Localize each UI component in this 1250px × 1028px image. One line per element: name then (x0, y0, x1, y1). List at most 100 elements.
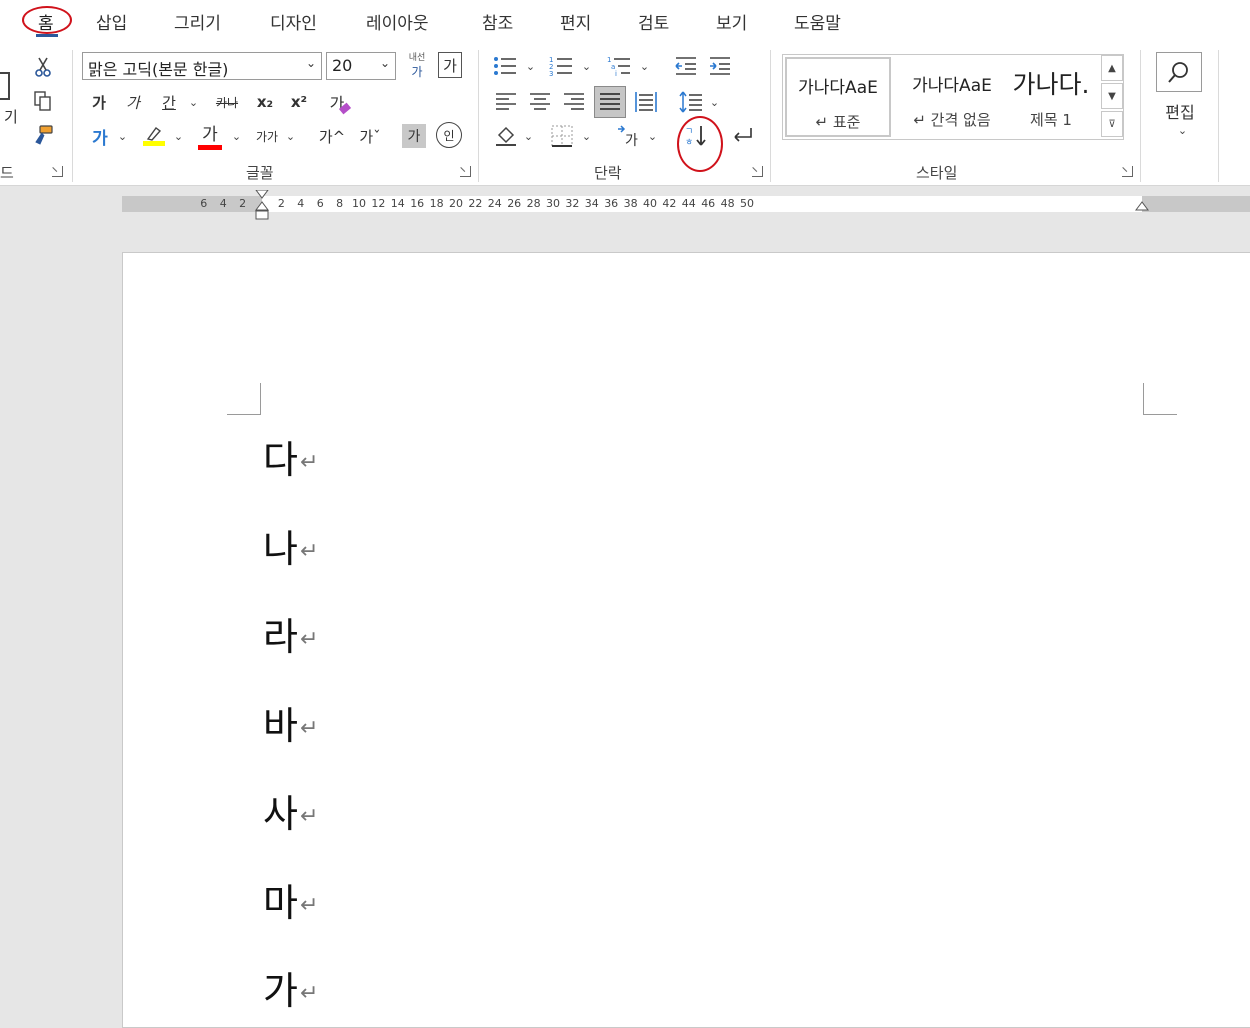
bold-button[interactable]: 가 (88, 90, 110, 114)
gallery-more-icon[interactable]: ⊽ (1101, 111, 1123, 137)
font-size-combo[interactable]: 20 ⌄ (326, 52, 396, 80)
shrink-font-button[interactable]: 가ˇ (354, 122, 386, 150)
italic-button[interactable]: 가 (122, 90, 144, 114)
char-shading-button[interactable]: 가 (402, 124, 426, 148)
line-spacing-icon (679, 91, 702, 113)
tab-draw[interactable]: 그리기 (174, 9, 221, 34)
tab-view[interactable]: 보기 (716, 9, 747, 34)
superscript-button[interactable]: x² (286, 90, 312, 114)
line-spacing-dropdown[interactable]: ⌄ (706, 88, 720, 116)
bullets-dropdown[interactable]: ⌄ (522, 52, 536, 80)
strikethrough-button[interactable]: 카나 (212, 90, 242, 114)
align-right-button[interactable] (560, 88, 588, 116)
document-page[interactable]: 다↵ 나↵ 라↵ 바↵ 사↵ 마↵ 가↵ (122, 252, 1250, 1028)
paragraph-mark: ↵ (299, 450, 319, 475)
cut-icon[interactable] (30, 54, 56, 80)
font-color-dropdown[interactable]: ⌄ (228, 122, 242, 150)
tab-design[interactable]: 디자인 (270, 9, 317, 34)
gallery-scroll-up-icon[interactable]: ▲ (1101, 55, 1123, 81)
tab-insert[interactable]: 삽입 (96, 9, 127, 34)
editing-label[interactable]: 편집 (1162, 100, 1198, 122)
phonetic-guide-button[interactable]: 내선 가 (402, 50, 432, 80)
sort-button[interactable]: ㄱㅎ (682, 120, 712, 152)
tab-review[interactable]: 검토 (638, 9, 669, 34)
align-left-icon (496, 93, 516, 110)
bullets-button[interactable] (490, 52, 520, 80)
clipboard-dialog-launcher-icon[interactable] (52, 166, 63, 177)
ruler-tick-label: 6 (200, 197, 208, 210)
text-effects-button[interactable]: 가 (86, 122, 114, 150)
justify-button[interactable] (594, 86, 626, 118)
right-indent-marker-icon[interactable] (1134, 200, 1150, 212)
ruler-tick-label: 10 (352, 197, 366, 210)
borders-button[interactable] (548, 122, 576, 150)
font-dialog-launcher-icon[interactable] (460, 166, 471, 177)
highlight-color-dropdown[interactable]: ⌄ (170, 122, 184, 150)
underline-dropdown[interactable]: ⌄ (184, 90, 200, 114)
style-heading-1[interactable]: 가나다. 제목 1 (1003, 57, 1099, 137)
increase-indent-button[interactable] (706, 52, 734, 80)
paragraph-dialog-launcher-icon[interactable] (752, 166, 763, 177)
shading-button[interactable] (492, 122, 520, 150)
document-paragraph[interactable]: 바↵ (263, 695, 318, 750)
asian-layout-dropdown[interactable]: ⌄ (644, 122, 658, 150)
document-paragraph[interactable]: 사↵ (263, 783, 318, 838)
chevron-down-icon: ⌄ (581, 129, 592, 143)
horizontal-ruler[interactable]: 6 4 2 2 4 6 8 10 12 14 16 18 20 22 24 26 28 30 32 34 36 38 40 4… (122, 190, 1250, 220)
crop-mark-top-right (1143, 383, 1177, 415)
style-no-spacing[interactable]: 가나다AaE ↵ 간격 없음 (893, 57, 1011, 137)
editing-dropdown[interactable]: ⌄ (1172, 122, 1190, 138)
tab-mailings[interactable]: 편지 (560, 9, 591, 34)
tab-references[interactable]: 참조 (482, 9, 513, 34)
multilevel-list-button[interactable]: 1ai (604, 52, 634, 80)
distributed-button[interactable] (632, 88, 660, 116)
document-paragraph[interactable]: 나↵ (263, 518, 318, 573)
show-hide-marks-button[interactable] (728, 122, 756, 150)
tab-help[interactable]: 도움말 (794, 9, 841, 34)
text-effects-dropdown[interactable]: ⌄ (114, 122, 128, 150)
align-left-button[interactable] (492, 88, 520, 116)
font-name-combo[interactable]: 맑은 고딕(본문 한글) ⌄ (82, 52, 322, 80)
font-color-button[interactable]: 가 (196, 120, 224, 150)
enclose-characters-button[interactable]: 인 (436, 122, 462, 148)
distributed-icon (635, 92, 657, 112)
document-paragraph[interactable]: 마↵ (263, 872, 318, 927)
change-case-button[interactable]: 가가 (252, 124, 282, 148)
numbering-dropdown[interactable]: ⌄ (578, 52, 592, 80)
tab-layout[interactable]: 레이아웃 (366, 9, 429, 34)
decrease-indent-button[interactable] (672, 52, 700, 80)
find-button[interactable] (1156, 52, 1202, 92)
underline-button[interactable]: 간 (156, 90, 182, 114)
grow-font-button[interactable]: 가^ (316, 122, 348, 150)
ruler-tick-label: 40 (643, 197, 657, 210)
paragraph-mark: ↵ (299, 627, 319, 652)
document-paragraph[interactable]: 가↵ (263, 960, 318, 1015)
ruler-tick-label: 4 (297, 197, 305, 210)
style-normal[interactable]: 가나다AaE ↵ 표준 (785, 57, 891, 137)
multilevel-list-dropdown[interactable]: ⌄ (636, 52, 650, 80)
clear-formatting-button[interactable]: 가 (326, 88, 354, 116)
format-painter-icon[interactable] (30, 122, 56, 148)
indent-markers-icon[interactable] (254, 190, 270, 224)
highlight-color-button[interactable] (140, 120, 168, 150)
styles-dialog-launcher-icon[interactable] (1122, 166, 1133, 177)
asian-layout-button[interactable]: 가 (614, 122, 644, 150)
document-paragraph[interactable]: 다↵ (263, 429, 318, 484)
increase-indent-icon (710, 57, 730, 75)
subscript-button[interactable]: x₂ (252, 90, 278, 114)
gallery-scroll-down-icon[interactable]: ▼ (1101, 83, 1123, 109)
paste-icon[interactable] (0, 72, 10, 100)
align-center-button[interactable] (526, 88, 554, 116)
line-spacing-button[interactable] (676, 88, 706, 116)
copy-icon[interactable] (30, 88, 56, 114)
paragraph-text: 라 (263, 615, 298, 659)
chevron-down-icon: ⌄ (117, 129, 128, 143)
change-case-dropdown[interactable]: ⌄ (282, 122, 296, 150)
document-paragraph[interactable]: 라↵ (263, 606, 318, 661)
tab-home[interactable]: 홈 (38, 9, 54, 34)
numbering-button[interactable]: 123 (546, 52, 576, 80)
font-color-glyph: 가 (202, 125, 218, 145)
char-border-button[interactable]: 가 (438, 52, 462, 78)
borders-dropdown[interactable]: ⌄ (578, 122, 592, 150)
shading-dropdown[interactable]: ⌄ (520, 122, 534, 150)
